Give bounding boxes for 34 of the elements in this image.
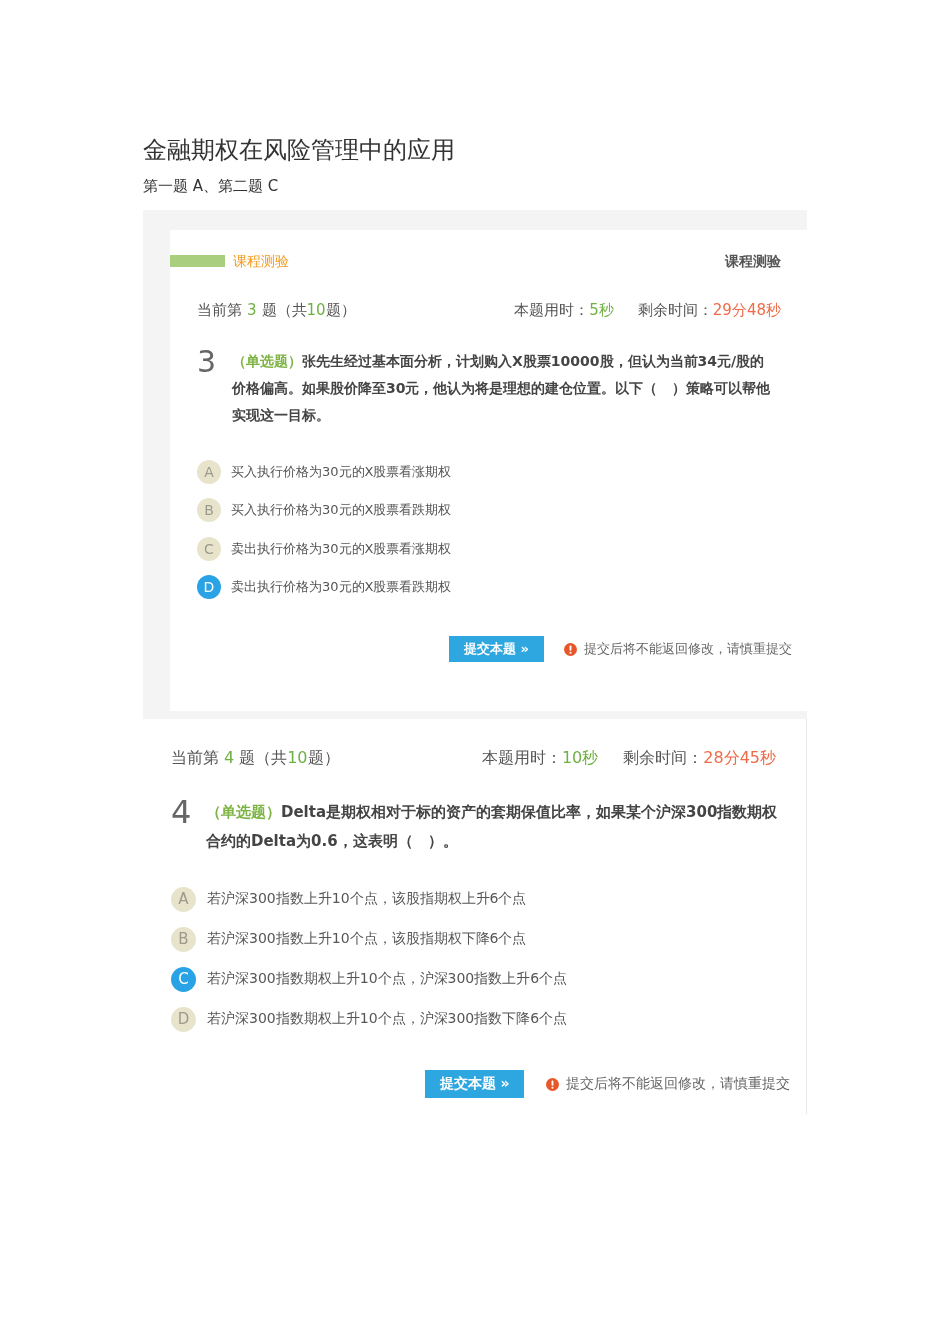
question-number: 3 — [197, 348, 218, 375]
option-letter: A — [197, 460, 221, 485]
time-remaining: 剩余时间：28分45秒 — [623, 747, 776, 770]
option-letter: D — [197, 575, 221, 600]
option-item[interactable]: A 买入执行价格为30元的X股票看涨期权 — [197, 453, 452, 492]
question-counter: 当前第 3 题（共10题） — [197, 300, 356, 320]
section-title: 课程测验 — [725, 252, 781, 270]
option-item[interactable]: B 买入执行价格为30元的X股票看跌期权 — [197, 491, 452, 530]
warning-icon — [546, 1077, 559, 1091]
option-letter: A — [171, 886, 196, 912]
question-counter: 当前第 4 题（共10题） — [171, 747, 340, 770]
option-letter: B — [197, 498, 221, 523]
option-letter: B — [171, 926, 196, 952]
answer-note: 第一题 A、第二题 C — [143, 176, 280, 197]
time-remaining: 剩余时间：29分48秒 — [637, 300, 781, 320]
option-item[interactable]: C 若沪深300指数期权上升10个点，沪深300指数上升6个点 — [171, 959, 568, 1000]
option-item[interactable]: C 卖出执行价格为30元的X股票看涨期权 — [197, 529, 452, 568]
section-marker — [170, 255, 225, 267]
question-text: （单选题）Delta是期权相对于标的资产的套期保值比率，如果某个沪深300指数期权合约的Delta为0.6，这表明（ ）。 — [206, 801, 779, 852]
question-number: 4 — [171, 797, 193, 827]
warning-icon — [564, 642, 577, 656]
question-text: （单选题）张先生经过基本面分析，计划购入X股票10000股，但认为当前34元/股的价格偏高。如果股价降至30元，他认为将是理想的建仓位置。以下（ ）策略可以帮他实现这一目标。 — [232, 352, 772, 425]
option-item[interactable]: A 若沪深300指数上升10个点，该股指期权上升6个点 — [171, 879, 527, 920]
warning-text: 提交后将不能返回修改，请慎重提交 — [566, 1075, 790, 1094]
warning-text: 提交后将不能返回修改，请慎重提交 — [584, 640, 792, 659]
option-letter: C — [197, 536, 221, 561]
option-item[interactable]: D 若沪深300指数期权上升10个点，沪深300指数下降6个点 — [171, 999, 568, 1040]
time-used: 本题用时：5秒 — [514, 300, 614, 320]
option-letter: D — [171, 1006, 196, 1032]
document-title: 金融期权在风险管理中的应用 — [143, 135, 456, 165]
option-letter: C — [171, 966, 196, 992]
time-used: 本题用时：10秒 — [481, 747, 599, 770]
option-item[interactable]: B 若沪深300指数上升10个点，该股指期权下降6个点 — [171, 919, 527, 960]
option-item[interactable]: D 卖出执行价格为30元的X股票看跌期权 — [197, 567, 452, 607]
